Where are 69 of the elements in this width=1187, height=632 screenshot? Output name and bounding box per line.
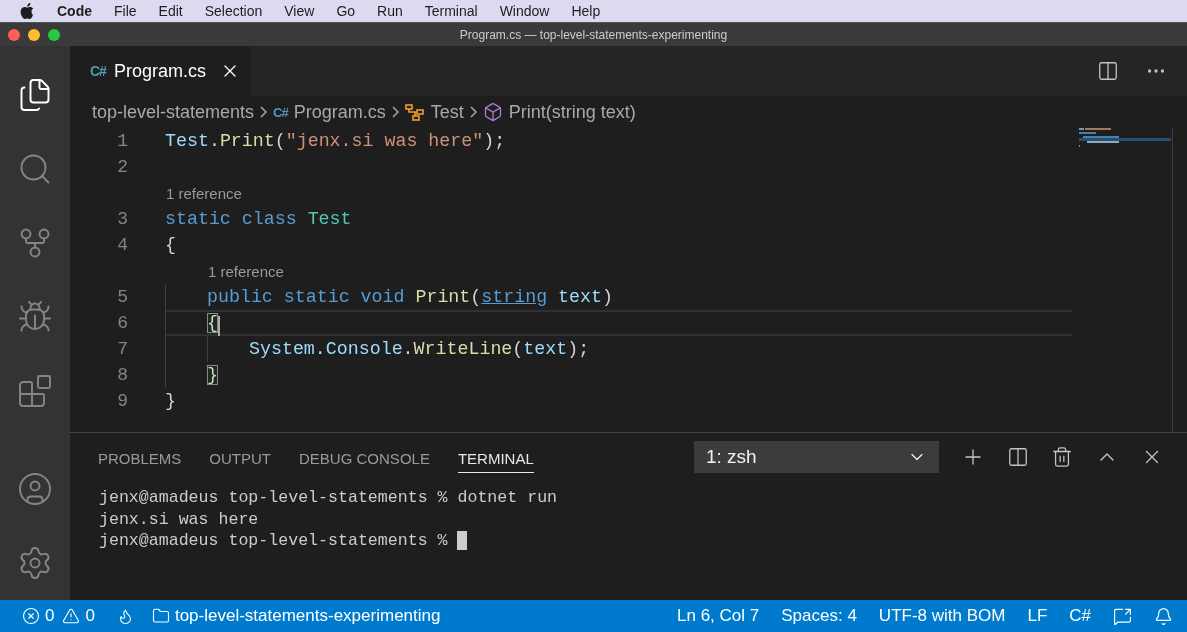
- breadcrumb-item[interactable]: top-level-statements: [92, 101, 255, 123]
- split-terminal-icon[interactable]: [1007, 446, 1029, 468]
- menu-item[interactable]: View: [273, 3, 326, 19]
- breadcrumb-item[interactable]: Program.cs: [293, 101, 386, 123]
- line-number: 6: [116, 313, 128, 333]
- codelens-label[interactable]: 1 reference: [166, 184, 242, 202]
- close-window-button[interactable]: [8, 28, 20, 41]
- code-line: public static void Print(string text): [207, 287, 613, 307]
- terminal-line: jenx.si was here: [99, 509, 259, 529]
- line-number: 1: [116, 131, 128, 151]
- chevron-icon: [469, 106, 477, 118]
- status-item[interactable]: LF: [1027, 606, 1048, 626]
- warning-count[interactable]: 0: [85, 606, 95, 626]
- breadcrumb-item[interactable]: Test: [430, 101, 464, 123]
- terminal-line: jenx@amadeus top-level-statements %: [99, 531, 448, 551]
- menu-item[interactable]: Selection: [193, 3, 274, 19]
- warning-icon[interactable]: [62, 607, 81, 625]
- status-item[interactable]: Spaces: 4: [781, 606, 857, 626]
- class-icon: [404, 103, 425, 121]
- error-count[interactable]: 0: [45, 606, 55, 626]
- menu-item[interactable]: Terminal: [413, 3, 489, 19]
- menu-item[interactable]: Edit: [147, 3, 194, 19]
- status-folder[interactable]: top-level-statements-experimenting: [174, 606, 441, 626]
- folder-icon[interactable]: [151, 607, 170, 625]
- panel-tab[interactable]: PROBLEMS: [98, 445, 182, 473]
- maximize-window-button[interactable]: [48, 28, 60, 41]
- line-number: 7: [116, 339, 128, 359]
- split-editor-icon[interactable]: [1097, 60, 1119, 82]
- menu-item[interactable]: Go: [325, 3, 367, 19]
- panel-tab[interactable]: DEBUG CONSOLE: [299, 445, 430, 473]
- code-line: System.Console.WriteLine(text);: [249, 339, 590, 359]
- error-icon[interactable]: [22, 607, 40, 625]
- menu-item[interactable]: Help: [560, 3, 612, 19]
- line-number: 3: [116, 209, 128, 229]
- code-line: {: [165, 235, 176, 255]
- menu-item[interactable]: File: [103, 3, 148, 19]
- chevron-icon: [260, 106, 268, 118]
- trash-icon[interactable]: [1051, 446, 1073, 468]
- terminal-select[interactable]: 1: zsh: [694, 441, 939, 473]
- code-line: static class Test: [165, 209, 352, 229]
- bell-icon[interactable]: [1154, 606, 1173, 626]
- line-number: 5: [116, 287, 128, 307]
- feedback-icon[interactable]: [1113, 606, 1132, 626]
- terminal-line: jenx@amadeus top-level-statements % dotnet run: [99, 488, 558, 508]
- menu-item[interactable]: Window: [488, 3, 561, 19]
- status-item[interactable]: C#: [1069, 606, 1091, 626]
- line-number: 4: [116, 235, 128, 255]
- tab-label: Program.cs: [113, 60, 206, 82]
- status-item[interactable]: Ln 6, Col 7: [677, 606, 760, 626]
- code-line: Test.Print("jenx.si was here");: [165, 131, 506, 151]
- cube-icon: [482, 102, 503, 122]
- code-line: }: [165, 391, 176, 411]
- menu-item[interactable]: Run: [366, 3, 414, 19]
- line-number: 8: [116, 365, 128, 385]
- codelens-label[interactable]: 1 reference: [208, 262, 284, 280]
- chevron-icon: [391, 106, 399, 118]
- window-title: Program.cs — top-level-statements-experimenting: [459, 27, 728, 42]
- csharp-icon: C#: [90, 63, 106, 79]
- panel-tab[interactable]: TERMINAL: [457, 445, 534, 473]
- apple-icon[interactable]: [20, 3, 34, 19]
- panel-tab[interactable]: OUTPUT: [209, 445, 272, 473]
- minimize-window-button[interactable]: [28, 28, 40, 41]
- status-item[interactable]: UTF-8 with BOM: [878, 606, 1006, 626]
- line-number: 9: [116, 391, 128, 411]
- editor-tab[interactable]: C# Program.cs: [70, 46, 250, 96]
- menu-item[interactable]: Code: [46, 3, 103, 19]
- breadcrumb-item[interactable]: Print(string text): [508, 101, 636, 123]
- line-number: 2: [116, 157, 128, 177]
- csharp-icon: C#: [273, 104, 288, 120]
